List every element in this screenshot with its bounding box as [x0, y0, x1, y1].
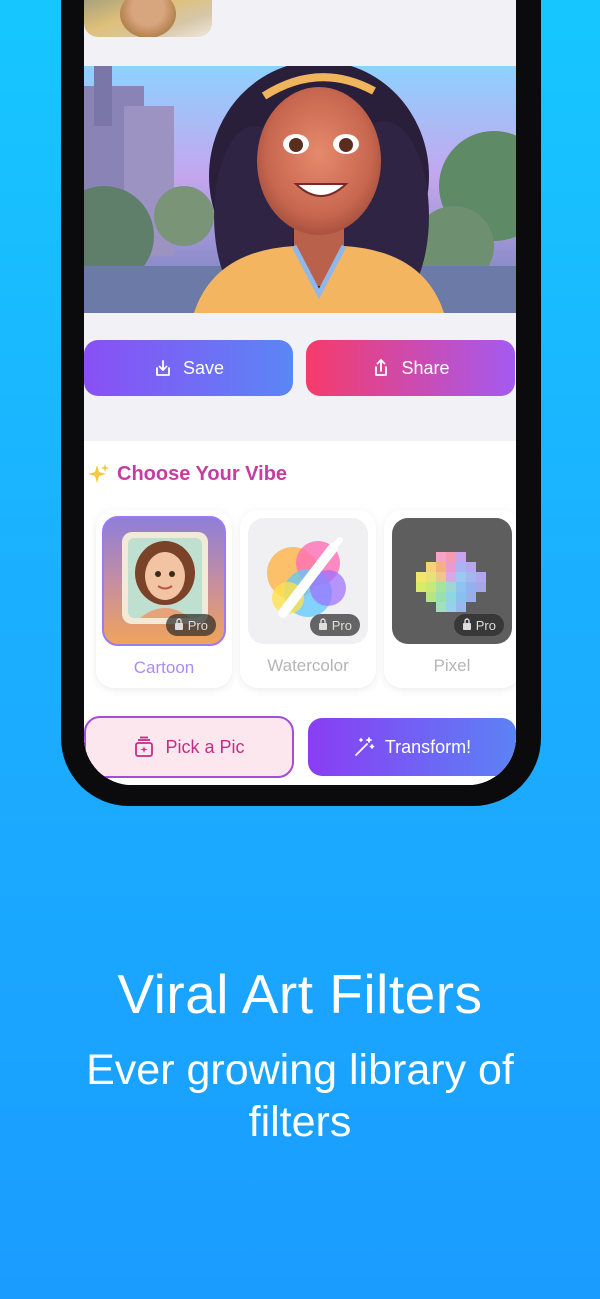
vibe-section-title: Choose Your Vibe: [87, 462, 287, 486]
pro-badge-label: Pro: [475, 617, 496, 633]
pro-badge: Pro: [453, 614, 504, 636]
save-button[interactable]: Save: [84, 340, 293, 396]
watercolor-filter-preview: Pro: [248, 518, 368, 644]
transform-label: Transform!: [384, 736, 472, 757]
vibe-title-text: Choose Your Vibe: [117, 462, 288, 485]
pixel-filter-preview: Pro: [392, 518, 512, 644]
cartoon-result-image: [84, 66, 516, 313]
pro-badge: Pro: [309, 614, 360, 636]
filter-label-pixel: Pixel: [433, 656, 471, 675]
share-icon: [371, 358, 391, 378]
pick-a-pic-label: Pick a Pic: [165, 736, 245, 757]
share-button[interactable]: Share: [306, 340, 515, 396]
filter-label-cartoon: Cartoon: [133, 658, 195, 677]
pro-badge-label: Pro: [187, 617, 208, 633]
previous-photo-thumbnail[interactable]: [84, 0, 212, 37]
lock-icon: [318, 617, 328, 633]
filter-card-cartoon[interactable]: Pro Cartoon: [96, 510, 232, 688]
magic-wand-icon: [353, 736, 375, 758]
promo-subline: Ever growing library of filters: [86, 1046, 514, 1146]
sparkles-icon: [87, 462, 111, 486]
lock-icon: [174, 617, 184, 633]
save-label: Save: [182, 357, 225, 378]
filter-label-watercolor: Watercolor: [267, 656, 349, 675]
lock-icon: [462, 617, 472, 633]
app-screen: Save Share Choose Your Vibe Pro Cartoon …: [84, 0, 516, 785]
pro-badge-label: Pro: [331, 617, 352, 633]
thumbnail-face: [120, 0, 176, 37]
filter-card-pixel[interactable]: Pro Pixel: [384, 510, 516, 688]
pick-a-pic-button[interactable]: Pick a Pic: [84, 716, 294, 778]
cartoon-filter-preview: Pro: [102, 516, 226, 646]
download-icon: [153, 358, 173, 378]
filter-card-watercolor[interactable]: Pro Watercolor: [240, 510, 376, 688]
promo-headline: Viral Art Filters: [117, 963, 483, 1025]
photo-stack-icon: [133, 736, 155, 758]
transform-button[interactable]: Transform!: [308, 718, 516, 776]
pro-badge: Pro: [165, 614, 216, 636]
share-label: Share: [401, 357, 450, 378]
